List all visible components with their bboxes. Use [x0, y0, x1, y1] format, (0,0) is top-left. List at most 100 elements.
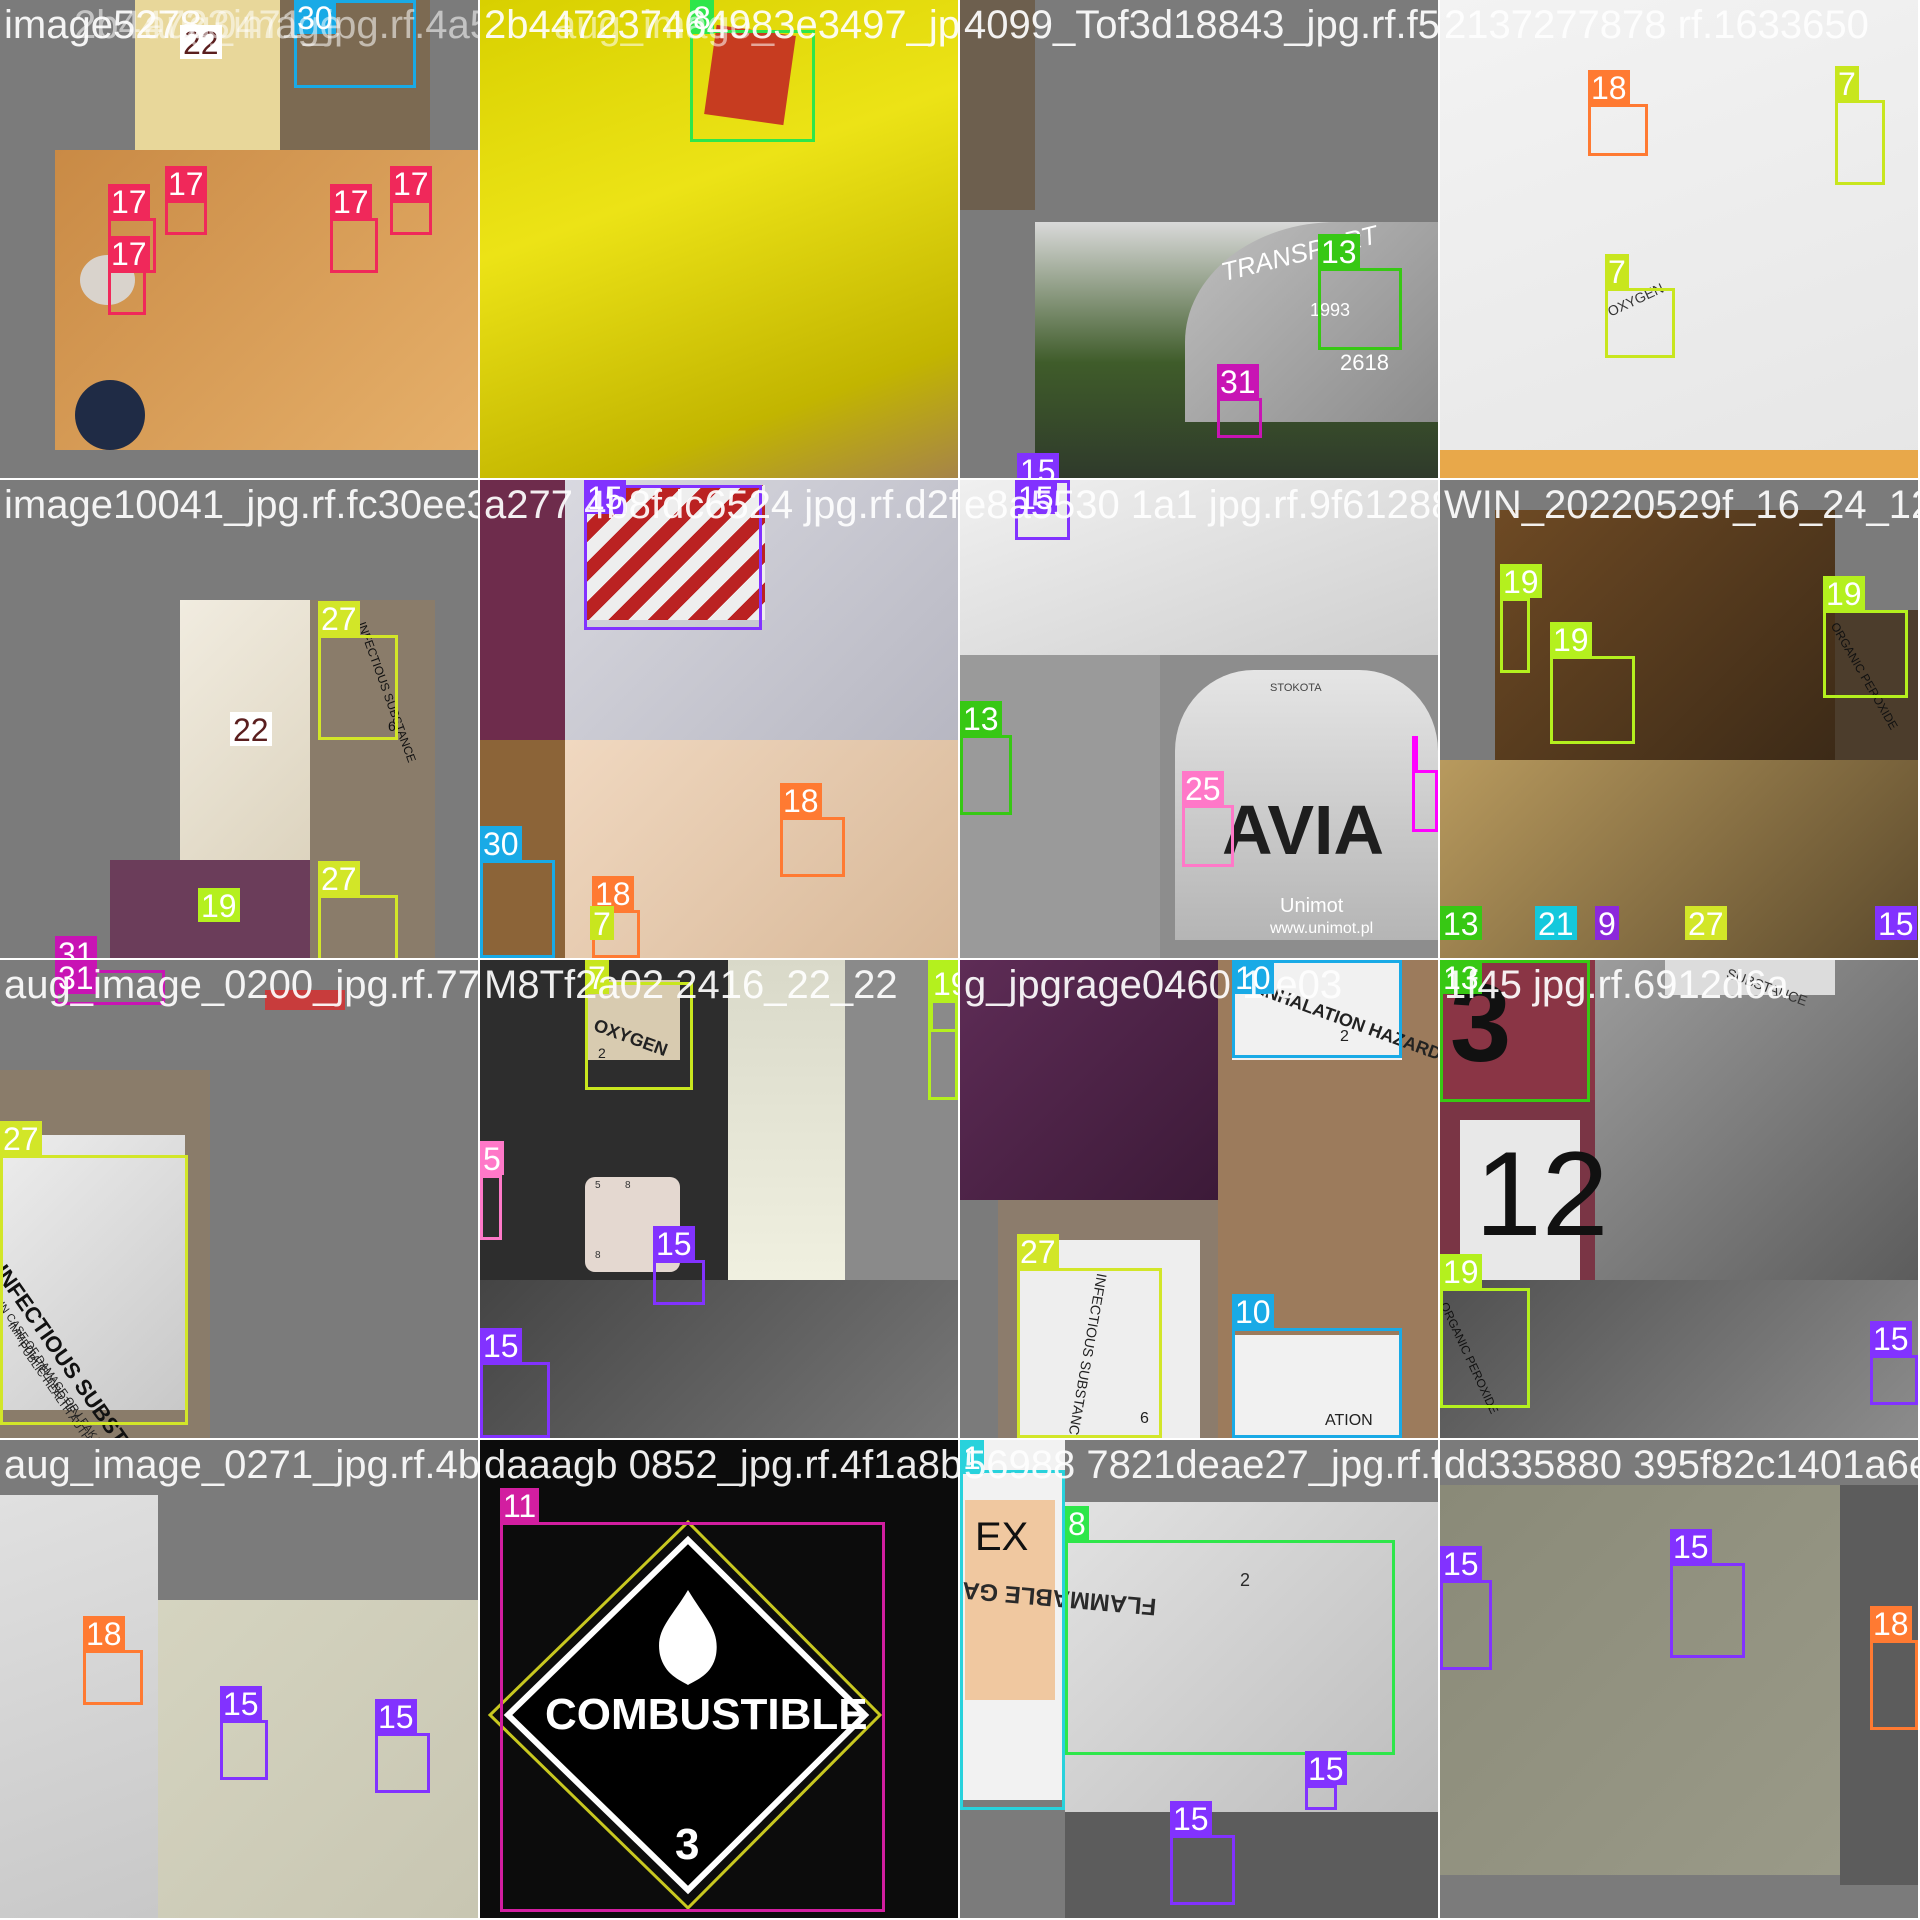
- mosaic-tile: 3 12 ORGANIC PEROXIDE SUBSTANCE 13 19 15 1f45 j…: [1440, 960, 1918, 1438]
- detection-box: [318, 895, 398, 958]
- detection-label: 22: [180, 25, 222, 61]
- mosaic-tile: AVIA Unimot www.unimot.pl STOKOTA 15 13 25 e8a5…: [960, 480, 1438, 958]
- detection-label: 21: [1535, 906, 1577, 942]
- detection-box: [165, 200, 207, 235]
- detection-box: [960, 1470, 1065, 1810]
- detection-box: [1217, 398, 1262, 438]
- detection-label: 19: [198, 888, 240, 924]
- detection-label: 15: [1440, 1546, 1482, 1582]
- detection-label: 30: [480, 826, 522, 862]
- detection-box: [1412, 770, 1438, 832]
- detection-label: 15: [1870, 1321, 1912, 1357]
- detection-label: 17: [108, 184, 150, 220]
- detection-box: [1170, 1835, 1235, 1905]
- photo-region: [480, 480, 565, 740]
- mosaic-tile: 22 30 17 17 17 17 17 image5278 2b44723 aug_image 0…: [0, 0, 478, 478]
- detection-box: [220, 1720, 268, 1780]
- scene-text: 2618: [1340, 350, 1389, 375]
- detection-label: 7: [585, 960, 609, 996]
- detection-label: 31: [55, 960, 97, 996]
- detection-label: 10: [1232, 960, 1274, 996]
- detection-label: 17: [330, 184, 372, 220]
- mosaic-tile: COMBUSTIBLE 3 11 daaagb 0852_jpg.rf.4f1a8b2: [480, 1440, 958, 1918]
- mosaic-tile: 15 15 18 dd335880 395f82c1401a6e: [1440, 1440, 1918, 1918]
- detection-box: [1870, 1640, 1918, 1730]
- detection-label: 13: [1440, 960, 1482, 996]
- detection-box: [930, 1000, 958, 1032]
- mosaic-tile: 82b447237464983e3497_jpg.rf.4a51aaug_ima…: [480, 0, 958, 478]
- detection-label: 27: [1685, 906, 1727, 942]
- detection-label: [1412, 736, 1418, 770]
- mosaic-tile: 18 15 15 aug_image_0271_jpg.rf.4b4: [0, 1440, 478, 1918]
- detection-label: 19: [1500, 564, 1542, 600]
- detection-label: 18: [780, 783, 822, 819]
- photo-region: [1065, 1812, 1438, 1918]
- detection-label: 15: [584, 480, 626, 516]
- detection-label: 15: [480, 1328, 522, 1364]
- photo-region: [75, 380, 145, 450]
- detection-label: 17: [390, 166, 432, 202]
- scene-text: AVIA: [1222, 791, 1385, 869]
- photo-region: [1595, 960, 1918, 1280]
- detection-box: [318, 635, 398, 740]
- mosaic-tile: ORGANIC PEROXIDE 19 19 19 21 9 15 13 27 WIN_20220…: [1440, 480, 1918, 958]
- mosaic-tile: FLAMMABLE GAS 2 EX 1 8 15 15 56988 7821deae27_j…: [960, 1440, 1438, 1918]
- detection-label: 13: [1318, 234, 1360, 270]
- detection-label: 27: [318, 601, 360, 637]
- mosaic-tile: 151830187a277 4b8fdc6524 jpg.rf.d2f9c4e: [480, 480, 958, 958]
- detection-box: [480, 1362, 550, 1438]
- detection-box: [480, 860, 555, 958]
- detection-label: 7: [590, 906, 614, 942]
- detection-label: 10: [1232, 1294, 1274, 1330]
- detection-box: [1182, 805, 1234, 867]
- detection-label: 25: [1182, 771, 1224, 807]
- detection-label: 15: [375, 1699, 417, 1735]
- detection-box: [1318, 268, 1402, 350]
- detection-label: 15: [1170, 1801, 1212, 1837]
- scene-text: 5: [595, 1180, 601, 1191]
- detection-label: 15: [220, 1686, 262, 1722]
- photo-region: [728, 960, 845, 1280]
- detection-box: [960, 735, 1012, 815]
- detection-label: 15: [1670, 1529, 1712, 1565]
- detection-box: [1823, 610, 1908, 698]
- detection-box: [480, 1175, 502, 1240]
- detection-label: 22: [230, 712, 272, 748]
- photo-region: [158, 1600, 478, 1918]
- mosaic-grid: 22 30 17 17 17 17 17 image5278 2b44723 aug_image 0…: [0, 0, 1920, 1920]
- detection-box: [653, 1260, 705, 1305]
- scene-text: 12: [1475, 1127, 1609, 1261]
- detection-label: 31: [55, 936, 97, 958]
- detection-label: 7: [1605, 254, 1629, 290]
- detection-box: [0, 1155, 188, 1425]
- detection-label: 27: [0, 1121, 42, 1157]
- detection-label: 27: [318, 861, 360, 897]
- detection-box: [1605, 288, 1675, 358]
- photo-region: [1440, 760, 1918, 958]
- photo-region: [960, 960, 1218, 1200]
- photo-region: [1495, 510, 1835, 760]
- mosaic-tile: INHALATION HAZARD 2 INFECTIOUS SUBSTANCE 6 A…: [960, 960, 1438, 1438]
- detection-box: [330, 218, 378, 273]
- mosaic-tile: TRANSPORT 1993 2618 13 31 15 4099_Tof3d18843_j…: [960, 0, 1438, 478]
- detection-box: [1232, 1328, 1402, 1438]
- detection-label: 31: [1217, 364, 1259, 400]
- detection-box: [375, 1733, 430, 1793]
- detection-box: [1440, 1288, 1530, 1408]
- photo-region: [135, 0, 280, 150]
- photo-region: [1440, 450, 1918, 478]
- scene-text: www.unimot.pl: [1270, 920, 1374, 937]
- detection-box: [1870, 1355, 1918, 1405]
- detection-label: 18: [1870, 1606, 1912, 1642]
- detection-box: [1835, 100, 1885, 185]
- detection-label: 19: [1823, 576, 1865, 612]
- detection-label: 15: [1875, 906, 1917, 942]
- detection-box: [1017, 1268, 1162, 1438]
- detection-box: [1500, 598, 1530, 673]
- detection-label: 8: [690, 0, 714, 36]
- detection-label: 19: [930, 966, 958, 1002]
- mosaic-tile: OXYGEN 18 7 7 2137277878 rf.1633650: [1440, 0, 1918, 478]
- detection-label: 18: [1588, 70, 1630, 106]
- mosaic-tile: OXYGEN25887195151519M8Tf2a02 2416_22_22: [480, 960, 958, 1438]
- detection-label: 27: [1017, 1234, 1059, 1270]
